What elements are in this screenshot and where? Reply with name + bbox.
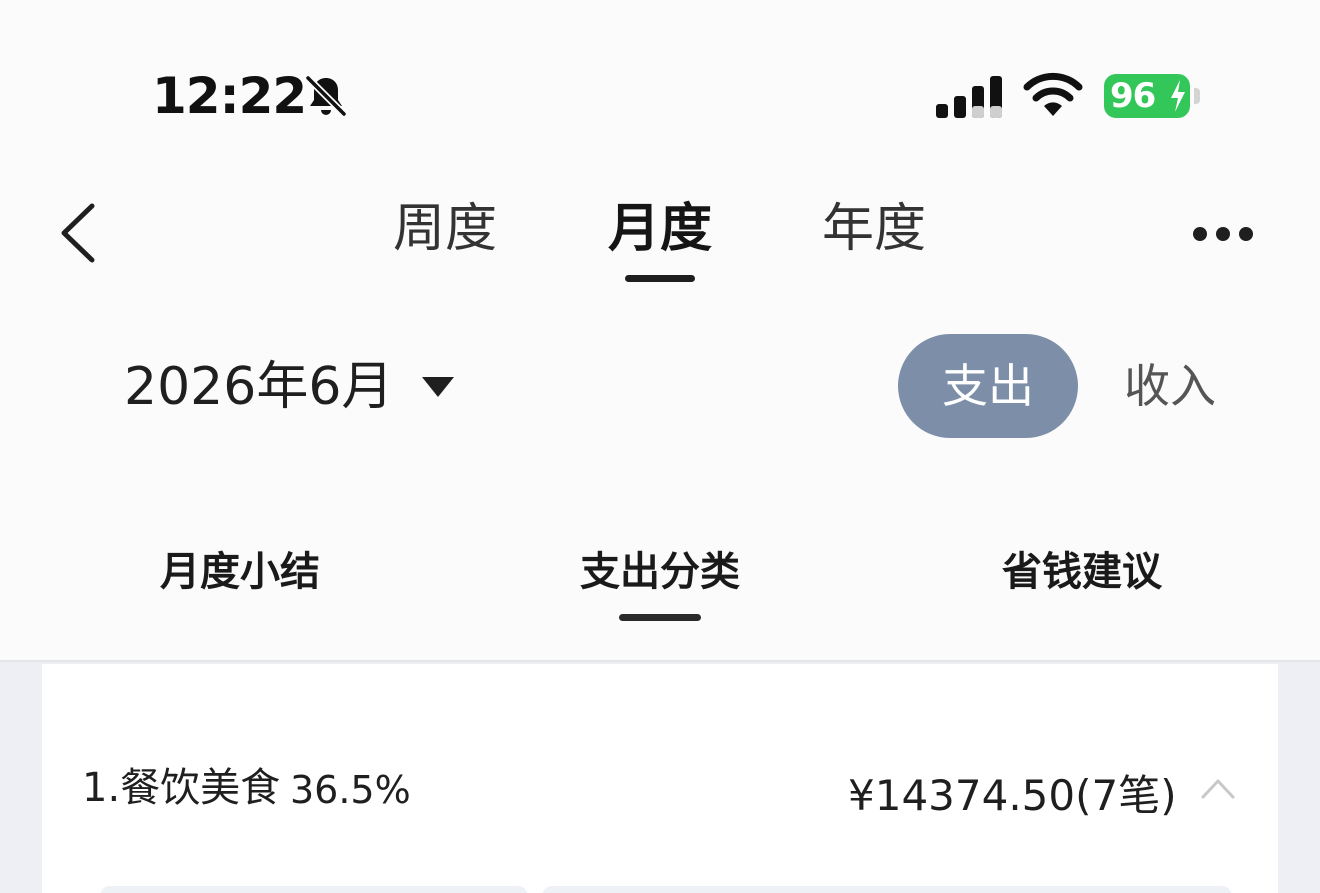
category-percent: 36.5% [290,768,411,812]
subtab-saving-tips[interactable]: 省钱建议 [962,546,1202,598]
category-amount: ¥14374.50(7笔) [848,771,1177,820]
wifi-icon [1023,72,1083,116]
sub-item-card[interactable] [100,886,528,893]
signal-icon [936,76,1002,118]
more-horizontal-icon[interactable] [1190,224,1260,244]
chevron-up-icon[interactable] [1200,776,1236,800]
battery-level: 96 [1110,76,1156,116]
chevron-left-icon[interactable] [56,200,106,266]
caret-down-icon[interactable] [420,375,456,399]
expense-toggle-button[interactable]: 支出 [898,334,1078,438]
bolt-icon [1171,80,1185,112]
subtab-monthly-summary[interactable]: 月度小结 [120,546,360,598]
income-toggle-button[interactable]: 收入 [1110,334,1230,438]
sub-item-card[interactable] [542,886,1232,893]
subtab-expense-category[interactable]: 支出分类 [540,546,780,598]
status-time: 12:22 [152,67,307,125]
battery-charging-icon: 96 [1104,74,1200,118]
tab-monthly[interactable]: 月度 [590,198,730,260]
tab-active-indicator [625,275,695,282]
category-name: 1.餐饮美食 [82,765,281,811]
tab-weekly[interactable]: 周度 [375,198,515,260]
tab-yearly[interactable]: 年度 [804,198,944,260]
bell-slash-icon [305,75,347,117]
subtab-active-indicator [619,614,701,621]
period-selector[interactable]: 2026年6月 [124,356,393,418]
